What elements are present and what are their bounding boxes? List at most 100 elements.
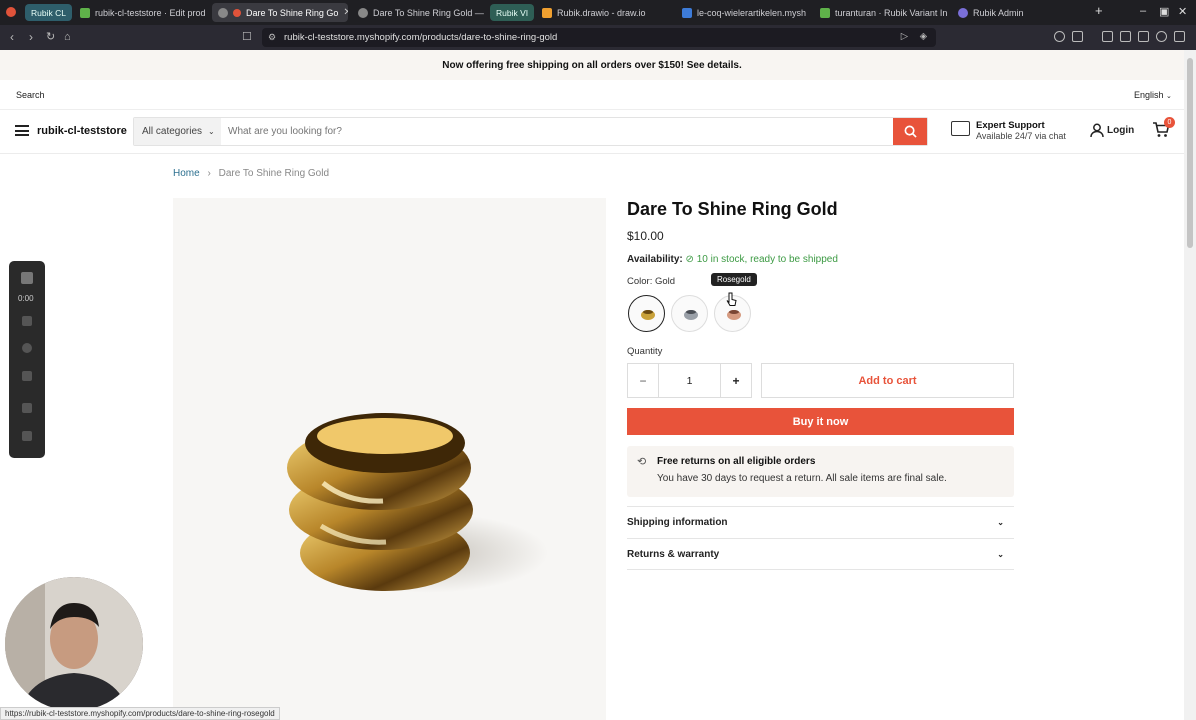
login-label: Login [1107, 125, 1135, 136]
reload-icon[interactable]: ↻ [46, 31, 55, 43]
restart-icon[interactable] [22, 343, 32, 353]
tab-label: Rubik.drawio - draw.io [557, 7, 646, 18]
chevron-down-icon: ⌄ [997, 518, 1004, 527]
breadcrumb: Home › Dare To Shine Ring Gold [173, 168, 329, 179]
color-option-label: Color: Gold [627, 276, 676, 287]
recorder-time: 0:00 [18, 294, 34, 303]
announcement-text[interactable]: Now offering free shipping on all orders… [442, 60, 742, 71]
pause-icon[interactable] [22, 316, 32, 326]
scrollbar-thumb[interactable] [1187, 58, 1193, 248]
shield-icon[interactable]: ◈ [920, 31, 927, 42]
search-button[interactable] [893, 118, 927, 145]
page-scrollbar[interactable] [1184, 50, 1196, 720]
bookmark-icon[interactable]: ☐ [242, 31, 252, 43]
tab-label: Dare To Shine Ring Go [246, 7, 339, 18]
drawio-icon [542, 7, 552, 18]
tab-group-rubik-vi[interactable]: Rubik VI [490, 4, 535, 21]
mail-icon [682, 7, 692, 18]
cart-count-badge: 0 [1164, 117, 1175, 128]
close-window-icon[interactable]: ✕ [1178, 5, 1187, 18]
announcement-bar[interactable]: Now offering free shipping on all orders… [0, 50, 1184, 80]
store-logo[interactable]: rubik-cl-teststore [37, 125, 127, 137]
swatch-silver[interactable] [671, 295, 708, 332]
home-icon[interactable]: ⌂ [64, 31, 71, 43]
tab-product-2[interactable]: Dare To Shine Ring Gold — [352, 3, 486, 22]
minimize-icon[interactable]: – [1140, 5, 1146, 17]
library-icon[interactable] [1102, 31, 1113, 42]
silver-ring-thumbnail [684, 310, 698, 320]
product-price: $10.00 [627, 229, 664, 243]
tab-drawio[interactable]: Rubik.drawio - draw.io [536, 3, 674, 22]
accordion-shipping[interactable]: Shipping information ⌄ [627, 506, 1014, 538]
user-icon [1090, 123, 1104, 138]
returns-title: Free returns on all eligible orders [657, 456, 816, 467]
cart-button[interactable]: 0 [1152, 117, 1175, 143]
support-title[interactable]: Expert Support [976, 120, 1045, 131]
chevron-down-icon: ⌄ [997, 549, 1004, 559]
globe-icon [218, 7, 228, 18]
screenshot-icon[interactable] [1072, 31, 1083, 42]
reader-icon[interactable]: ▷ [901, 31, 908, 42]
swatch-tooltip: Rosegold [711, 273, 757, 286]
webcam-person-image [5, 577, 143, 711]
grid-icon[interactable] [22, 431, 32, 441]
search-input[interactable] [221, 118, 893, 145]
status-url-text: https://rubik-cl-teststore.myshopify.com… [5, 709, 275, 718]
chevron-right-icon: › [207, 168, 211, 179]
search-link[interactable]: Search [16, 90, 45, 100]
back-icon[interactable]: ‹ [10, 31, 14, 43]
shopify-icon [820, 7, 830, 18]
maximize-icon[interactable]: ▣ [1159, 5, 1169, 18]
quantity-stepper: − 1 + [627, 363, 752, 398]
browser-tab-bar: Rubik CL rubik-cl-teststore · Edit prod … [0, 0, 1196, 25]
tab-le-coq[interactable]: le-coq-wielerartikelen.mysh [676, 3, 812, 22]
audio-icon[interactable] [22, 403, 32, 413]
new-tab-icon[interactable]: + [1095, 3, 1103, 18]
decrease-button[interactable]: − [628, 364, 659, 397]
swatch-gold[interactable] [628, 295, 665, 332]
category-select[interactable]: All categories ⌄ [134, 118, 221, 145]
forward-icon[interactable]: › [29, 31, 33, 43]
tab-label: turanturan · Rubik Variant In [835, 7, 948, 18]
menu-icon[interactable] [1174, 31, 1185, 42]
buy-now-button[interactable]: Buy it now [627, 408, 1014, 435]
add-to-cart-button[interactable]: Add to cart [761, 363, 1014, 398]
quantity-label: Quantity [627, 346, 663, 357]
product-image[interactable] [173, 198, 606, 720]
tab-label: le-coq-wielerartikelen.mysh [697, 7, 807, 18]
status-link-preview: https://rubik-cl-teststore.myshopify.com… [0, 707, 280, 720]
address-bar[interactable]: ⚙ rubik-cl-teststore.myshopify.com/produ… [262, 28, 936, 47]
category-label: All categories [142, 126, 203, 137]
rubik-icon [958, 7, 968, 18]
tab-edit-product[interactable]: rubik-cl-teststore · Edit prod [74, 3, 206, 22]
breadcrumb-current: Dare To Shine Ring Gold [218, 168, 330, 179]
site-info-icon[interactable]: ⚙ [268, 32, 276, 43]
wallet-icon[interactable] [1138, 31, 1149, 42]
extension-icon[interactable] [1054, 31, 1065, 42]
chat-icon [951, 121, 970, 136]
webcam-bubble[interactable] [5, 577, 143, 711]
accordion-returns[interactable]: Returns & warranty ⌄ [627, 538, 1014, 570]
tab-group-rubik-cl[interactable]: Rubik CL [25, 4, 72, 21]
login-link[interactable]: Login [1090, 123, 1134, 143]
sidebar-icon[interactable] [1120, 31, 1131, 42]
breadcrumb-home[interactable]: Home [173, 168, 200, 179]
tab-rubik-admin[interactable]: Rubik Admin [952, 3, 1088, 22]
increase-button[interactable]: + [720, 364, 751, 397]
ai-icon[interactable] [1156, 31, 1167, 42]
menu-icon[interactable] [15, 125, 29, 136]
quantity-input[interactable]: 1 [659, 364, 720, 397]
accordion-label: Returns & warranty [627, 548, 720, 560]
browser-logo-icon[interactable] [6, 7, 16, 17]
availability-label: Availability: [627, 254, 683, 265]
language-select[interactable]: English ⌄ [1134, 90, 1172, 100]
recording-icon [233, 8, 241, 17]
tab-product-active[interactable]: Dare To Shine Ring Go ✕ [212, 3, 348, 22]
stop-icon[interactable] [21, 272, 33, 284]
check-circle-icon: ⊘ [685, 254, 694, 265]
tab-turanturan[interactable]: turanturan · Rubik Variant In [814, 3, 948, 22]
gold-ring-thumbnail [641, 310, 655, 320]
accordion-label: Shipping information [627, 517, 728, 528]
trash-icon[interactable] [22, 371, 32, 381]
close-icon[interactable]: ✕ [343, 7, 348, 18]
